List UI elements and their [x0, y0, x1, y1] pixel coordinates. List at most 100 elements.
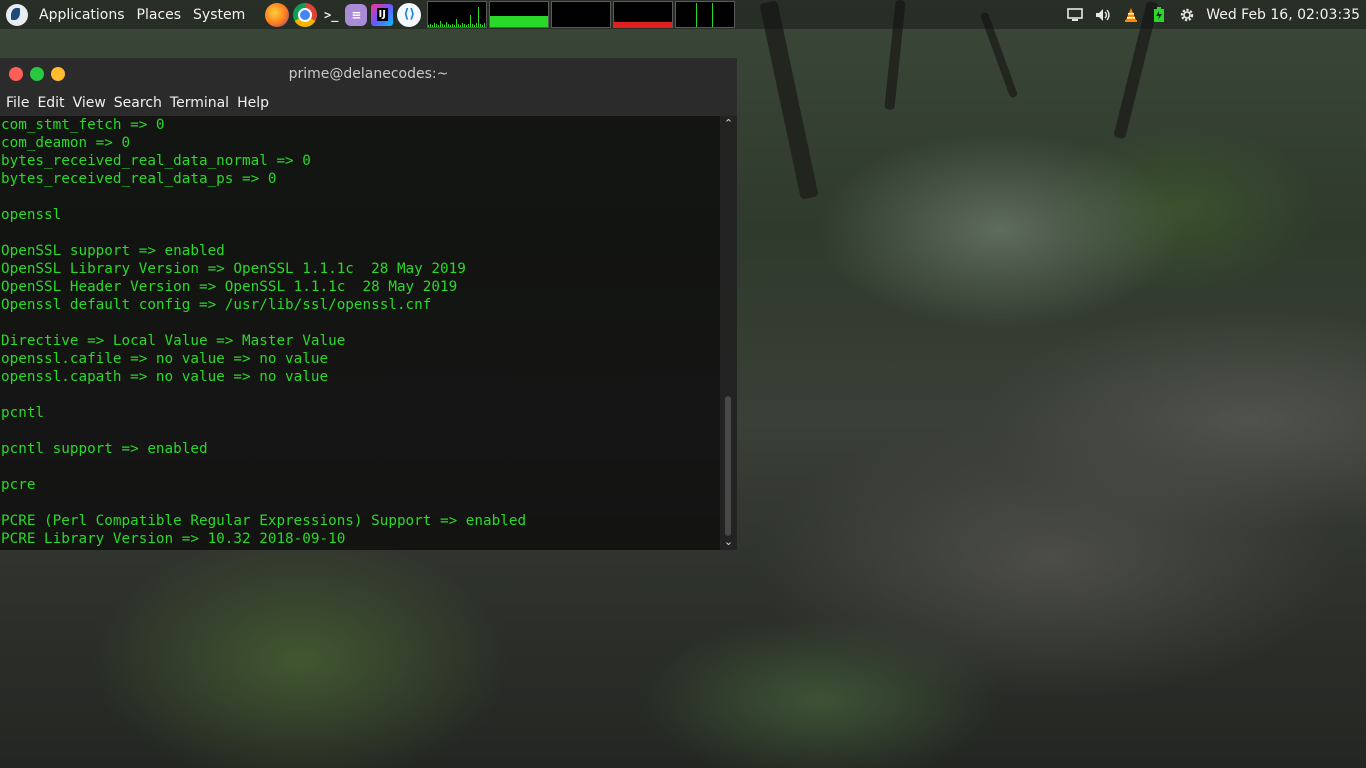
monitor-bar — [484, 23, 486, 27]
terminal-line: openssl — [1, 207, 62, 223]
menu-help[interactable]: Help — [233, 95, 273, 111]
monitor-bar — [458, 24, 460, 27]
swap-monitor[interactable] — [613, 1, 674, 28]
terminal-icon[interactable]: >_ — [321, 5, 341, 25]
terminal-menubar: File Edit View Search Terminal Help — [0, 90, 737, 116]
menu-view[interactable]: View — [69, 95, 110, 111]
intellij-glyph: IJ — [376, 8, 388, 21]
monitor-bar — [480, 24, 482, 27]
menu-file[interactable]: File — [2, 95, 33, 111]
monitor-bar — [466, 25, 468, 27]
terminal-line: OpenSSL Header Version => OpenSSL 1.1.1c… — [1, 279, 458, 295]
intellij-icon[interactable]: IJ — [371, 3, 394, 26]
terminal-line: PCRE Library Version => 10.32 2018-09-10 — [1, 531, 346, 547]
monitor-bar — [696, 3, 698, 27]
monitor-bar — [450, 25, 452, 27]
menu-terminal[interactable]: Terminal — [166, 95, 233, 111]
applications-menu[interactable]: Applications — [33, 7, 131, 23]
close-button[interactable] — [9, 67, 23, 81]
monitor-fill — [614, 22, 673, 27]
monitor-bar — [428, 25, 430, 27]
monitor-bar — [468, 24, 470, 27]
settings-icon[interactable] — [1178, 7, 1196, 23]
menu-edit[interactable]: Edit — [33, 95, 68, 111]
battery-icon[interactable] — [1150, 6, 1168, 23]
disk-monitor[interactable] — [675, 1, 736, 28]
window-titlebar[interactable]: prime@delanecodes:~ — [0, 58, 737, 90]
system-menu[interactable]: System — [187, 7, 251, 23]
terminal-line: bytes_received_real_data_ps => 0 — [1, 171, 277, 187]
chrome-icon[interactable] — [293, 2, 318, 27]
monitor-bar — [448, 24, 450, 27]
places-menu[interactable]: Places — [131, 7, 188, 23]
terminal-line: pcntl — [1, 405, 45, 421]
monitor-bar — [454, 25, 456, 27]
monitor-bar — [460, 25, 462, 27]
monitor-fill — [490, 16, 549, 27]
terminal-line: PCRE (Perl Compatible Regular Expression… — [1, 513, 527, 529]
distro-logo-icon[interactable] — [6, 3, 28, 26]
monitor-bar — [464, 24, 466, 27]
maximize-button[interactable] — [30, 67, 44, 81]
monitor-bar — [462, 23, 464, 27]
cpu-monitor[interactable] — [427, 1, 488, 28]
monitor-bar — [436, 24, 438, 27]
terminal-line: pcre — [1, 477, 36, 493]
monitor-bar — [440, 21, 442, 27]
monitor-bar — [478, 7, 480, 27]
monitor-bar — [474, 25, 476, 27]
terminal-line: Directive => Local Value => Master Value — [1, 333, 346, 349]
terminal-line: OpenSSL support => enabled — [1, 243, 225, 259]
terminal-line: com_stmt_fetch => 0 — [1, 117, 165, 133]
monitor-bar — [446, 22, 448, 27]
memory-monitor[interactable] — [489, 1, 550, 28]
top-panel: Applications Places System >_ ≡ IJ ⟨⟩ We… — [0, 0, 1366, 29]
scrollbar-thumb[interactable] — [725, 396, 731, 536]
vscode-icon[interactable]: ⟨⟩ — [397, 2, 422, 27]
firefox-icon[interactable] — [265, 2, 290, 27]
terminal-line: openssl.capath => no value => no value — [1, 369, 329, 385]
terminal-line: bytes_received_real_data_normal => 0 — [1, 153, 311, 169]
terminal-window: prime@delanecodes:~ File Edit View Searc… — [0, 58, 737, 550]
window-controls — [9, 67, 65, 81]
terminal-line: pcntl support => enabled — [1, 441, 208, 457]
launcher-bar: >_ ≡ IJ ⟨⟩ — [265, 2, 422, 27]
terminal-line: OpenSSL Library Version => OpenSSL 1.1.1… — [1, 261, 466, 277]
monitor-bar — [432, 25, 434, 27]
text-editor-icon[interactable]: ≡ — [345, 3, 368, 26]
monitor-bar — [438, 25, 440, 27]
volume-icon[interactable] — [1094, 7, 1112, 23]
system-monitor-applet[interactable] — [427, 1, 736, 28]
monitor-bar — [482, 25, 484, 27]
monitor-bar — [444, 25, 446, 27]
monitor-bar — [434, 23, 436, 27]
terminal-output[interactable]: com_stmt_fetch => 0 com_deamon => 0 bytes_… — [0, 116, 720, 550]
menu-search[interactable]: Search — [110, 95, 166, 111]
minimize-button[interactable] — [51, 67, 65, 81]
monitor-bar — [430, 24, 432, 27]
monitor-bar — [472, 24, 474, 27]
clock[interactable]: Wed Feb 16, 02:03:35 — [1206, 7, 1360, 23]
terminal-line: Openssl default config => /usr/lib/ssl/o… — [1, 297, 432, 313]
terminal-line: openssl.cafile => no value => no value — [1, 351, 329, 367]
vlc-icon[interactable] — [1122, 7, 1140, 23]
monitor-bar — [452, 24, 454, 27]
terminal-line: com_deamon => 0 — [1, 135, 131, 151]
terminal-scrollbar[interactable]: ⌃ ⌄ — [720, 116, 737, 550]
scroll-up-arrow-icon[interactable]: ⌃ — [722, 118, 735, 130]
window-title: prime@delanecodes:~ — [288, 66, 449, 82]
scroll-down-arrow-icon[interactable]: ⌄ — [722, 536, 735, 548]
monitor-bar — [712, 3, 714, 27]
monitor-bar — [476, 23, 478, 27]
monitor-bar — [456, 19, 458, 27]
network-monitor[interactable] — [551, 1, 612, 28]
display-icon[interactable] — [1066, 7, 1084, 23]
monitor-bar — [470, 15, 472, 27]
